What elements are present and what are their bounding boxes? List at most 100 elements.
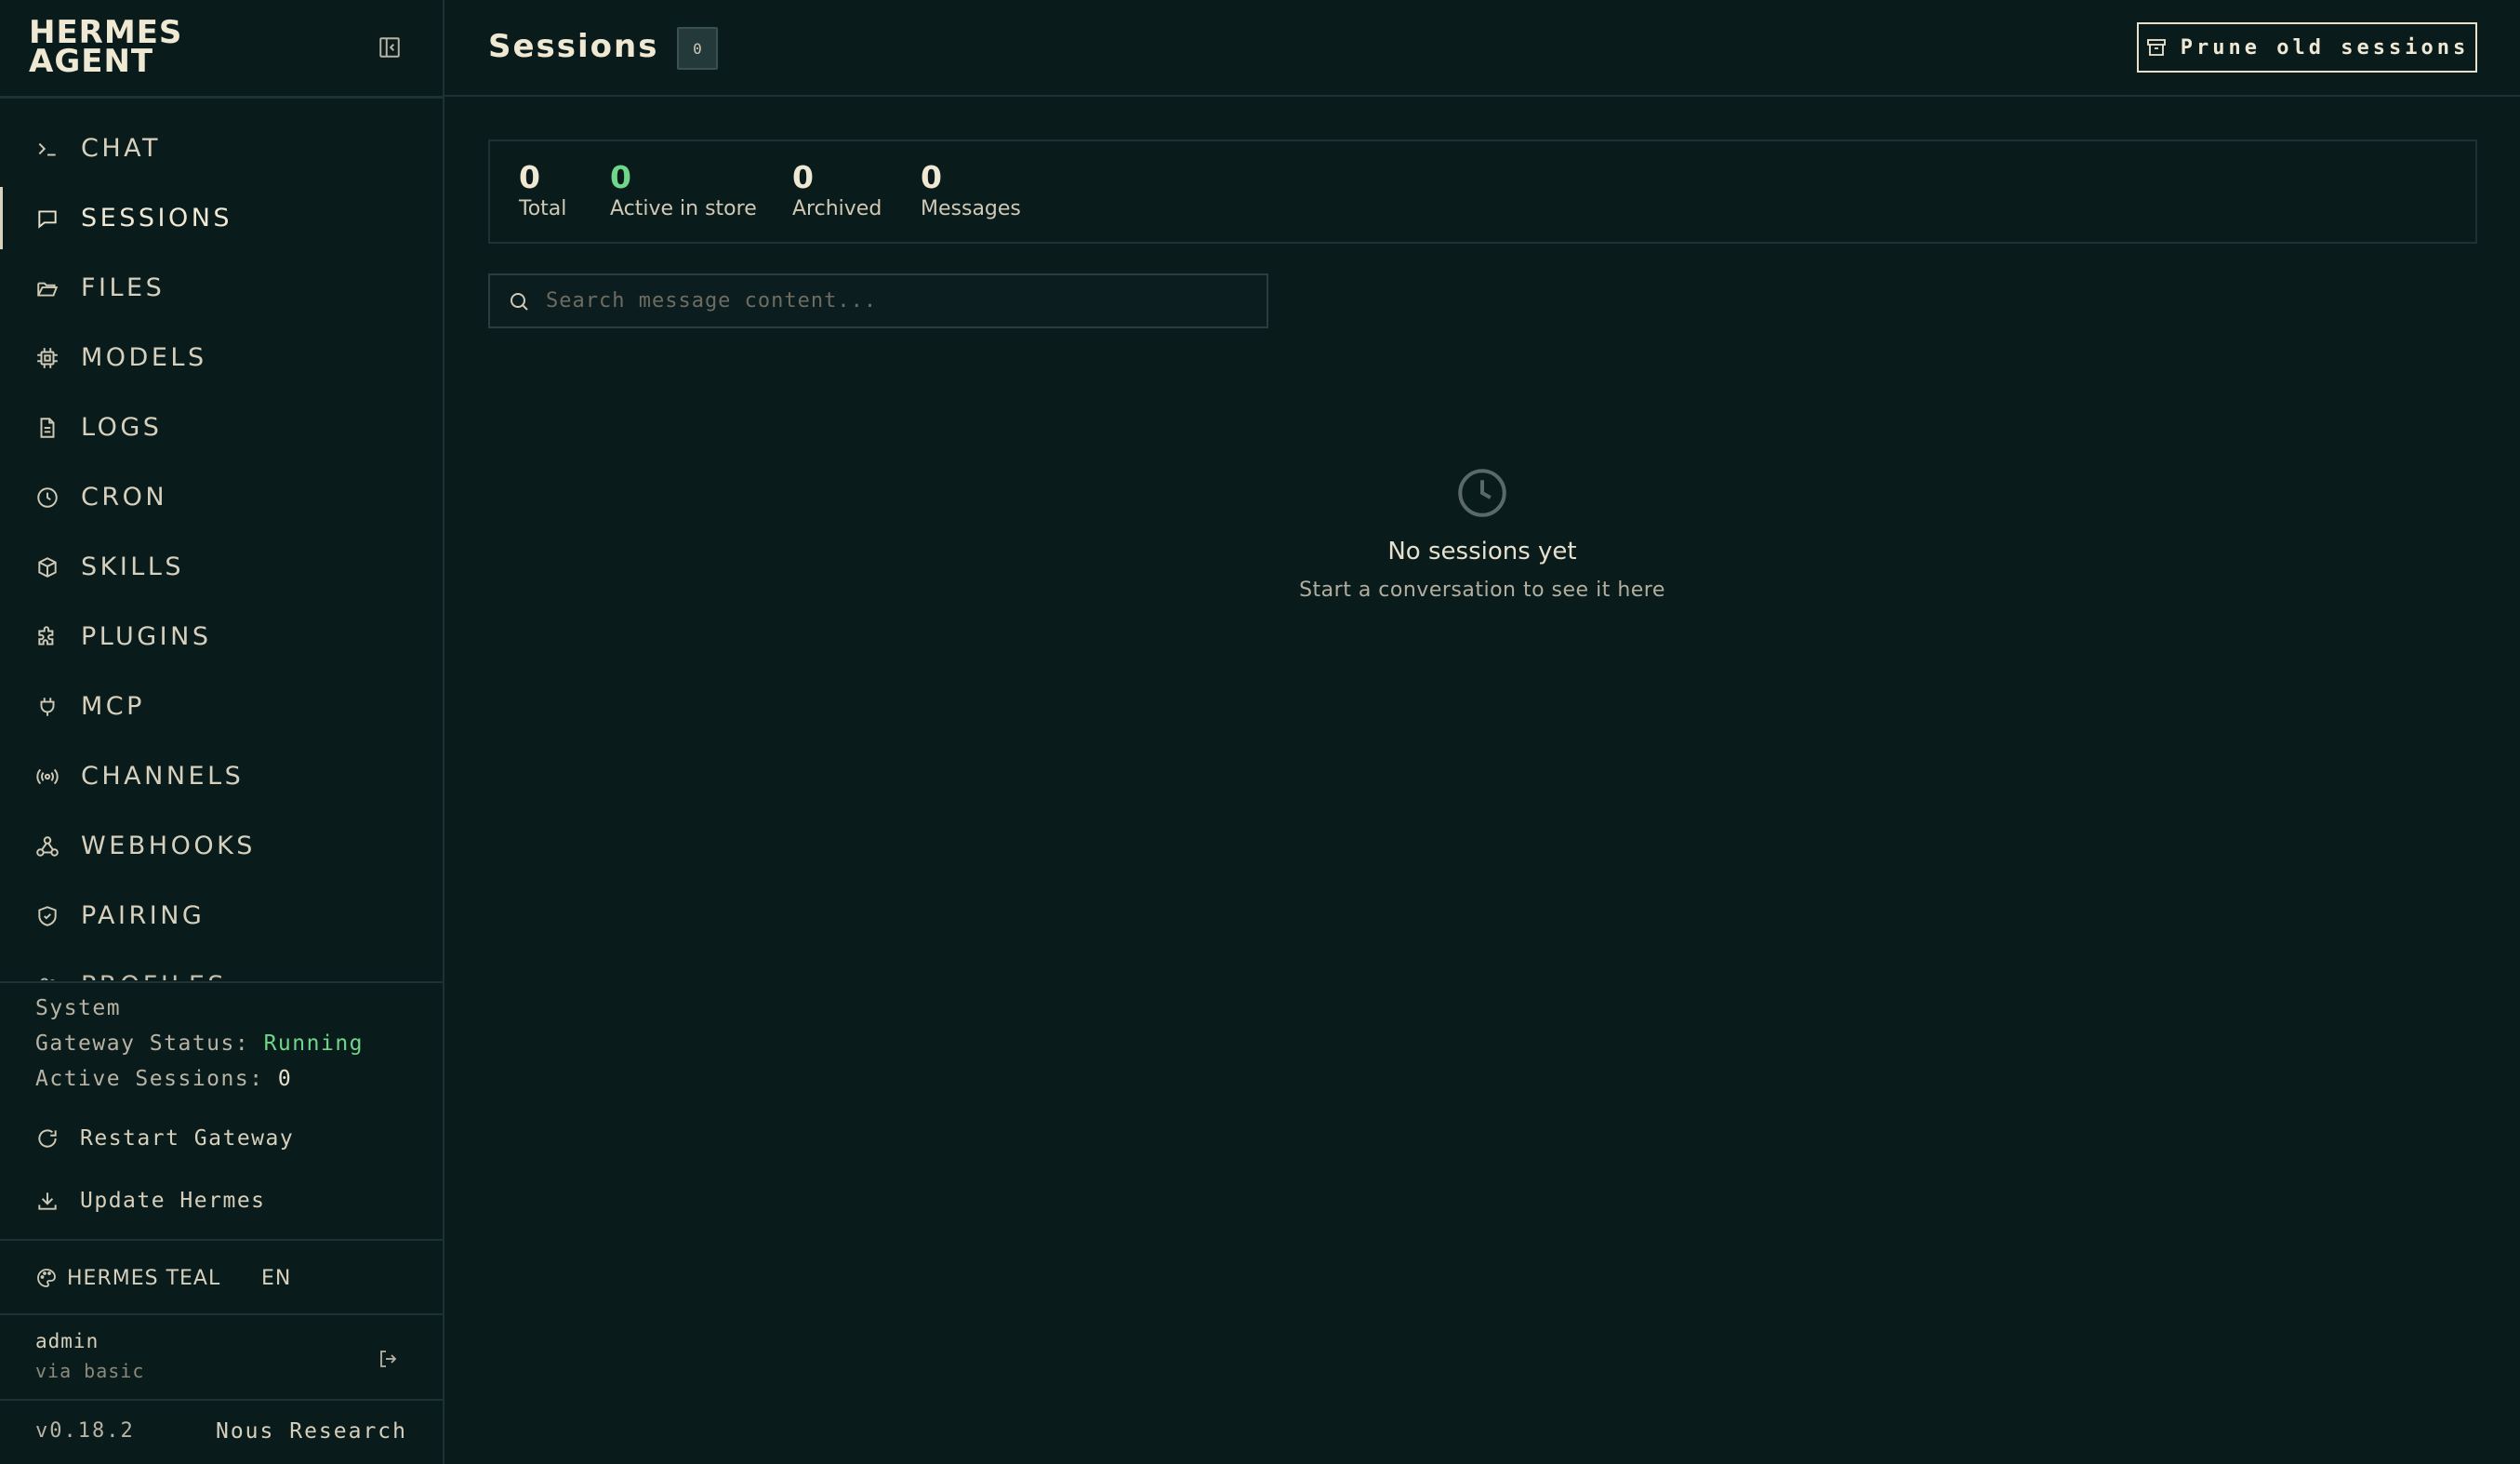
panel-left-close-icon	[379, 37, 400, 58]
collapse-sidebar-button[interactable]	[376, 33, 404, 61]
sidebar-item-models[interactable]: MODELS	[0, 323, 443, 393]
folder-open-icon	[35, 276, 60, 300]
sidebar-item-files[interactable]: FILES	[0, 253, 443, 323]
download-icon	[35, 1189, 60, 1213]
gateway-status: Gateway Status: Running	[35, 1031, 364, 1056]
plug-icon	[35, 695, 60, 719]
stat-label: Archived	[792, 197, 882, 220]
sidebar-item-label: CRON	[81, 483, 168, 512]
system-panel: System Gateway Status: Running Active Se…	[0, 981, 443, 1241]
stat-active-in-store: 0 Active in store	[610, 159, 757, 221]
stat-label: Messages	[921, 197, 1021, 220]
sidebar-item-label: LOGS	[81, 413, 163, 442]
sidebar-item-label: FILES	[81, 273, 166, 302]
user-name: admin	[35, 1330, 99, 1352]
sidebar-item-label: SKILLS	[81, 552, 185, 581]
stat-value: 0	[792, 159, 814, 195]
package-icon	[35, 555, 60, 579]
refresh-icon	[35, 1126, 60, 1151]
gateway-status-value: Running	[263, 1031, 365, 1056]
stat-label: Total	[519, 197, 567, 220]
users-icon	[35, 974, 60, 980]
session-count-badge: 0	[677, 27, 718, 70]
language-switcher-button[interactable]: EN	[261, 1261, 291, 1295]
clock-icon	[35, 486, 60, 510]
stat-value: 0	[921, 159, 942, 195]
sidebar-item-label: MODELS	[81, 343, 207, 372]
restart-gateway-label: Restart Gateway	[80, 1126, 295, 1151]
clock-icon	[1458, 469, 1506, 517]
sidebar-item-label: PROFILES	[81, 971, 227, 980]
stat-label: Active in store	[610, 197, 757, 220]
sidebar: HERMES AGENT CHAT SESSIONS FILES MODELS …	[0, 0, 444, 1464]
theme-switcher-button[interactable]: HERMES TEAL	[35, 1261, 220, 1295]
search-icon	[507, 289, 531, 313]
sidebar-item-label: PLUGINS	[81, 622, 212, 651]
sidebar-item-label: CHAT	[81, 134, 162, 163]
sidebar-item-label: SESSIONS	[81, 204, 233, 233]
top-bar: Sessions 0 Prune old sessions	[444, 0, 2520, 97]
org-link[interactable]: Nous Research	[216, 1419, 407, 1444]
version-label: v0.18.2	[35, 1419, 135, 1443]
prune-old-sessions-label: Prune old sessions	[2180, 35, 2470, 60]
sidebar-item-label: PAIRING	[81, 901, 206, 930]
sidebar-item-cron[interactable]: CRON	[0, 462, 443, 532]
main-content: Sessions 0 Prune old sessions 0 Total 0 …	[444, 0, 2520, 1464]
app-root: HERMES AGENT CHAT SESSIONS FILES MODELS …	[0, 0, 2520, 1464]
stat-total: 0 Total	[519, 159, 567, 221]
brand-logo[interactable]: HERMES AGENT	[29, 17, 182, 80]
stat-value: 0	[519, 159, 540, 195]
log-out-icon	[380, 1351, 397, 1367]
webhook-icon	[35, 834, 60, 858]
sidebar-item-mcp[interactable]: MCP	[0, 672, 443, 741]
empty-state-title: No sessions yet	[1387, 538, 1577, 566]
empty-state: No sessions yet Start a conversation to …	[444, 465, 2520, 602]
stat-messages: 0 Messages	[921, 159, 1021, 221]
active-sessions: Active Sessions: 0	[35, 1067, 292, 1091]
puzzle-icon	[35, 625, 60, 649]
brand-header: HERMES AGENT	[0, 0, 443, 99]
sidebar-item-logs[interactable]: LOGS	[0, 393, 443, 462]
sidebar-nav: CHAT SESSIONS FILES MODELS LOGS CRON SKI…	[0, 113, 443, 980]
stat-archived: 0 Archived	[792, 159, 882, 221]
prune-old-sessions-button[interactable]: Prune old sessions	[2137, 22, 2477, 73]
session-stats: 0 Total 0 Active in store 0 Archived 0 M…	[488, 140, 2477, 244]
restart-gateway-button[interactable]: Restart Gateway	[35, 1120, 294, 1157]
message-square-icon	[35, 206, 60, 231]
gateway-status-label: Gateway Status:	[35, 1031, 250, 1056]
sidebar-footer: v0.18.2 Nous Research	[0, 1401, 443, 1464]
page-title: Sessions	[488, 28, 659, 65]
logout-button[interactable]	[372, 1343, 404, 1375]
cpu-icon	[35, 346, 60, 370]
sidebar-item-pairing[interactable]: PAIRING	[0, 881, 443, 951]
sidebar-item-skills[interactable]: SKILLS	[0, 532, 443, 602]
archive-icon	[2146, 39, 2166, 56]
sidebar-item-plugins[interactable]: PLUGINS	[0, 602, 443, 672]
user-row: admin via basic	[0, 1315, 443, 1401]
sidebar-item-channels[interactable]: CHANNELS	[0, 741, 443, 811]
sidebar-item-chat[interactable]: CHAT	[0, 113, 443, 183]
empty-state-subtitle: Start a conversation to see it here	[1299, 579, 1665, 602]
sidebar-item-label: MCP	[81, 692, 145, 721]
terminal-icon	[35, 137, 60, 161]
system-heading: System	[35, 996, 122, 1020]
search-box	[488, 273, 1268, 328]
update-hermes-label: Update Hermes	[80, 1189, 266, 1213]
stat-value: 0	[610, 159, 631, 195]
search-input[interactable]	[546, 275, 1267, 326]
theme-label: HERMES TEAL	[67, 1266, 221, 1290]
sidebar-item-label: WEBHOOKS	[81, 832, 256, 860]
user-auth-method: via basic	[35, 1360, 145, 1382]
brand-line-2: AGENT	[29, 43, 154, 80]
file-text-icon	[35, 416, 60, 440]
update-hermes-button[interactable]: Update Hermes	[35, 1182, 266, 1219]
theme-row: HERMES TEAL EN	[0, 1241, 443, 1315]
active-sessions-label: Active Sessions:	[35, 1067, 264, 1091]
sidebar-item-sessions[interactable]: SESSIONS	[0, 183, 443, 253]
palette-icon	[37, 1269, 56, 1287]
sidebar-item-webhooks[interactable]: WEBHOOKS	[0, 811, 443, 881]
shield-check-icon	[35, 904, 60, 928]
sidebar-item-profiles[interactable]: PROFILES	[0, 951, 443, 980]
radio-icon	[35, 765, 60, 789]
active-sessions-value: 0	[277, 1067, 293, 1091]
